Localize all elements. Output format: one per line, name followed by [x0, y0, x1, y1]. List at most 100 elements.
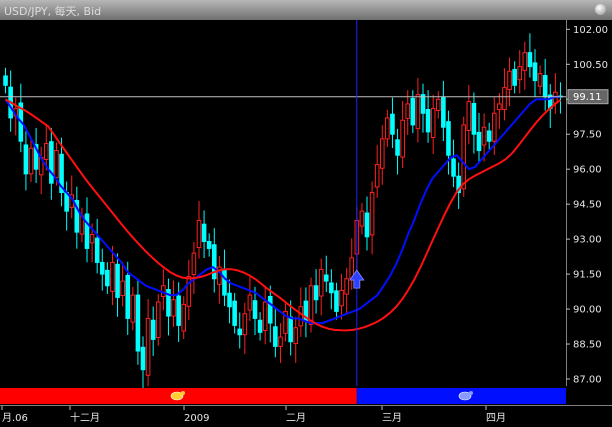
- title-bar: USD/JPY, 每天, Bid: [0, 0, 612, 20]
- candle-body: [155, 301, 161, 339]
- y-tick-label: 102.00: [573, 25, 608, 36]
- candle-body: [84, 213, 90, 249]
- candle-body: [497, 103, 502, 111]
- candle-body: [420, 94, 426, 114]
- candle-body: [446, 121, 451, 156]
- candle-body: [181, 303, 187, 332]
- candle-body: [415, 94, 421, 130]
- candle-body: [232, 300, 237, 326]
- y-tick-label: 96.00: [573, 165, 602, 176]
- candle-body: [105, 269, 110, 287]
- candle-body: [54, 150, 59, 179]
- candle-body: [191, 252, 197, 276]
- bull-icon-head: [181, 391, 185, 395]
- candle-body: [410, 97, 416, 126]
- candle-body: [441, 96, 446, 128]
- candle-body: [385, 117, 390, 140]
- candle-body: [49, 141, 54, 184]
- candle-body: [267, 295, 273, 324]
- y-tick-label: 93.00: [573, 235, 602, 246]
- candle-body: [99, 261, 105, 275]
- x-tick-label: 二月: [286, 412, 306, 424]
- y-tick-label: 91.50: [573, 270, 602, 281]
- candlestick-chart: 102.00100.5099.0097.5096.0094.5093.0091.…: [0, 20, 612, 427]
- candle-body: [532, 62, 538, 82]
- candle-body: [471, 102, 477, 135]
- candle-body: [3, 75, 8, 86]
- candle-body: [125, 275, 131, 319]
- candle-body: [339, 289, 344, 307]
- y-tick-label: 87.00: [573, 375, 602, 386]
- candle-body: [171, 299, 176, 317]
- candle-body: [262, 301, 268, 332]
- candle-body: [211, 244, 217, 280]
- candle-body: [334, 290, 339, 312]
- candle-body: [344, 278, 349, 295]
- candle-body: [379, 138, 385, 169]
- candle-body: [481, 126, 487, 146]
- current-price-tag: 99.11: [567, 89, 609, 105]
- candle-body: [527, 52, 533, 68]
- candle-body: [298, 306, 304, 327]
- y-tick-label: 94.50: [573, 200, 602, 211]
- candle-body: [476, 131, 482, 152]
- close-icon[interactable]: [595, 4, 606, 15]
- candle-body: [288, 316, 293, 343]
- candle-body: [89, 233, 95, 244]
- y-tick-label: 88.50: [573, 340, 602, 351]
- candle-body: [150, 319, 156, 340]
- x-tick-label: 十二月: [70, 411, 100, 424]
- candle-body: [201, 223, 207, 242]
- candle-body: [537, 73, 543, 87]
- candle-body: [252, 300, 258, 319]
- y-tick-label: 90.00: [573, 305, 602, 316]
- candle-body: [491, 112, 497, 142]
- candle-body: [278, 336, 283, 347]
- candle-body: [206, 240, 212, 249]
- candle-body: [43, 143, 49, 160]
- candle-body: [196, 219, 202, 249]
- candle-body: [28, 147, 34, 175]
- candle-body: [400, 119, 405, 158]
- candle-body: [542, 74, 548, 98]
- candle-body: [502, 87, 507, 111]
- candle-body: [135, 294, 141, 352]
- candle-body: [308, 285, 314, 325]
- candle-body: [273, 326, 278, 347]
- candle-body: [140, 346, 146, 371]
- candle-body: [395, 139, 400, 156]
- y-tick-label: 100.50: [573, 60, 608, 71]
- candle-body: [522, 52, 528, 71]
- current-price-label: 99.11: [573, 92, 602, 103]
- candle-body: [364, 212, 370, 238]
- bear-icon-head: [469, 391, 473, 395]
- candle-body: [369, 192, 375, 236]
- candle-body: [145, 317, 151, 376]
- candle-body: [222, 268, 227, 296]
- candle-body: [466, 101, 472, 131]
- candle-body: [257, 319, 263, 333]
- candle-body: [435, 98, 441, 111]
- candle-body: [425, 109, 431, 133]
- candle-body: [110, 261, 115, 292]
- candle-body: [94, 237, 100, 263]
- candle-body: [451, 158, 456, 177]
- candle-body: [329, 282, 334, 294]
- candle-body: [247, 294, 253, 311]
- x-tick-label: 月.06: [2, 412, 28, 424]
- candle-body: [374, 164, 380, 188]
- candle-body: [313, 285, 319, 301]
- candle-body: [486, 130, 492, 142]
- candle-body: [120, 280, 125, 297]
- candle-body: [390, 113, 395, 135]
- candle-body: [242, 313, 248, 336]
- candle-body: [405, 103, 411, 119]
- x-tick-label: 四月: [486, 412, 506, 424]
- candle-body: [293, 327, 299, 345]
- candle-body: [318, 268, 324, 297]
- candle-body: [237, 328, 243, 336]
- candle-body: [186, 275, 192, 307]
- candle-body: [176, 295, 181, 326]
- candle-body: [430, 108, 436, 138]
- candle-body: [227, 292, 232, 308]
